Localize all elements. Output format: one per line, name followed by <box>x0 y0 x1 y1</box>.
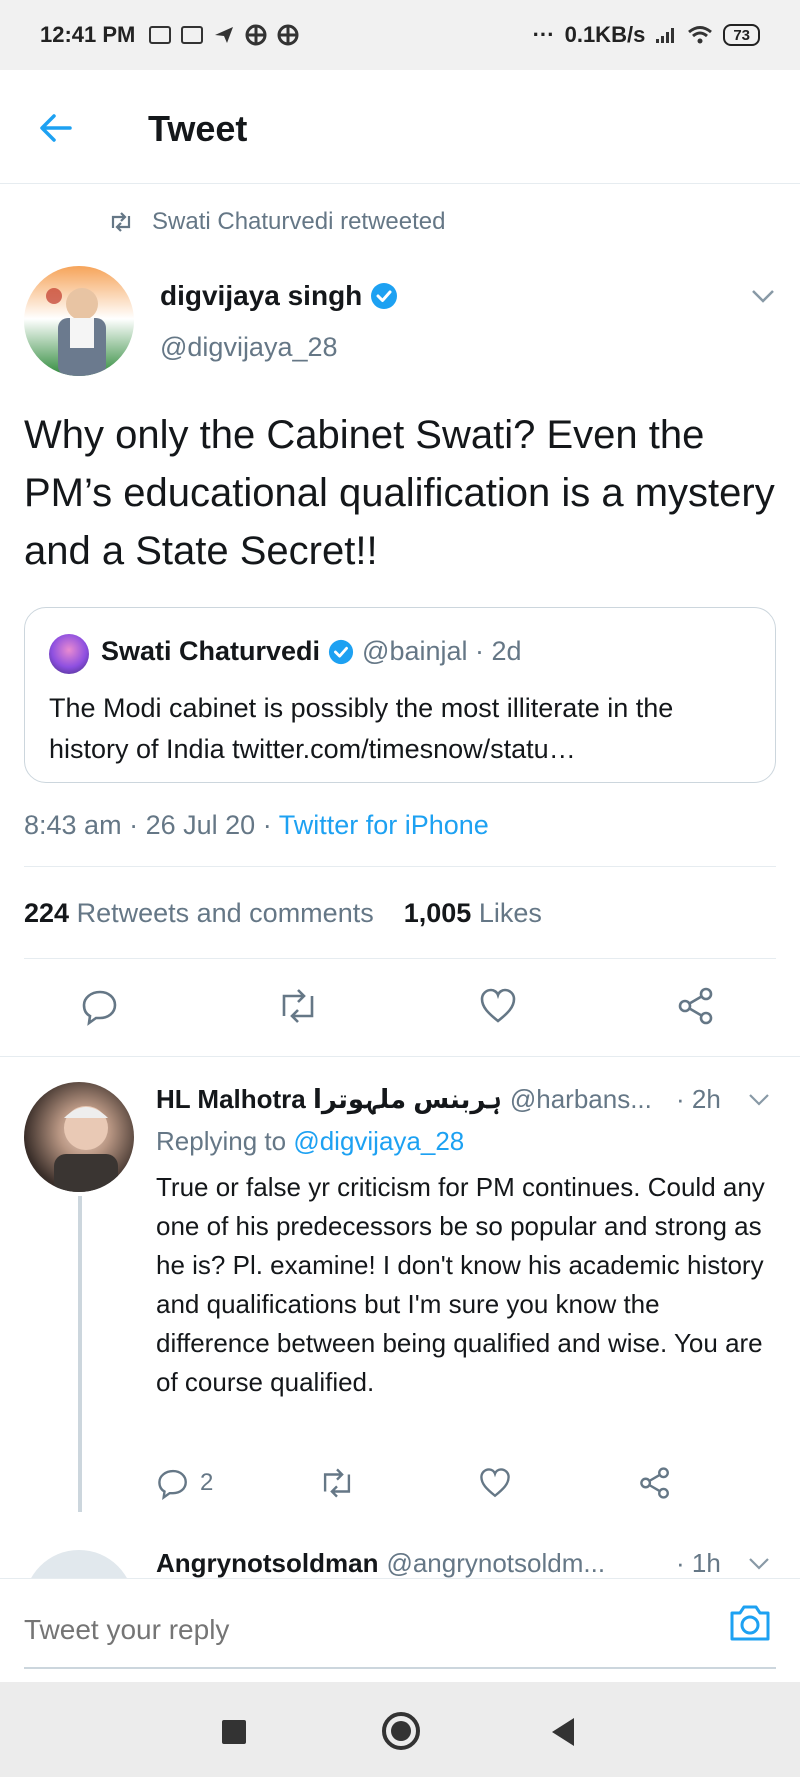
share-icon <box>678 987 713 1025</box>
quoted-tweet-card[interactable]: Swati Chaturvedi @bainjal · 2d The Modi … <box>24 607 776 783</box>
arrow-left-icon[interactable] <box>36 108 76 148</box>
reply-time: · 2h <box>676 1084 721 1114</box>
camera-icon[interactable] <box>726 1601 774 1645</box>
verified-badge-icon <box>328 639 354 664</box>
tweet-text: Why only the Cabinet Swati? Even the PM’… <box>24 413 775 573</box>
reply-author-avatar[interactable] <box>24 1082 134 1192</box>
next-reply-time: · 1h <box>676 1548 721 1578</box>
divider <box>24 958 776 959</box>
divider <box>24 866 776 867</box>
status-right: ··· 0.1KB/s 73 <box>533 22 760 48</box>
meta-separator: · <box>129 810 139 840</box>
quote-text: The Modi cabinet is possibly the most il… <box>49 693 674 764</box>
reply-author-handle[interactable]: @harbans... <box>510 1084 652 1115</box>
heart-icon <box>480 988 516 1023</box>
next-reply-header: Angrynotsoldman @angrynotsoldm... <box>156 1548 605 1579</box>
grid-icon <box>245 24 267 46</box>
comment-icon <box>82 990 117 1026</box>
like-button[interactable] <box>478 986 518 1026</box>
battery-indicator: 73 <box>723 24 760 46</box>
tweet-time: 8:43 am <box>24 810 122 840</box>
reply-input-underline <box>24 1667 776 1669</box>
divider <box>0 1056 800 1057</box>
send-icon <box>215 27 234 43</box>
comment-icon <box>158 1469 187 1500</box>
quote-meta: @bainjal · 2d <box>362 636 522 666</box>
next-reply-author-name[interactable]: Angrynotsoldman <box>156 1548 378 1579</box>
likes-label: Likes <box>478 898 542 928</box>
home-button[interactable] <box>382 1712 420 1750</box>
tweet-source-link[interactable]: Twitter for iPhone <box>279 810 489 840</box>
notification-icons <box>149 24 299 46</box>
retweet-context: Swati Chaturvedi retweeted <box>108 208 445 236</box>
retweet-icon <box>111 212 131 232</box>
likes-count: 1,005 <box>403 898 472 928</box>
recents-button[interactable] <box>222 1720 246 1744</box>
status-bar: 12:41 PM ··· 0.1KB/s 73 <box>0 0 800 70</box>
retweet-icon <box>282 989 314 1023</box>
person-photo <box>54 1106 118 1192</box>
reply-like-button[interactable] <box>478 1466 512 1500</box>
retweets-count: 224 <box>24 898 70 928</box>
signal-icon <box>656 28 675 43</box>
tweet-timestamp-line: 8:43 am · 26 Jul 20 · Twitter for iPhone <box>24 810 489 841</box>
message-icon <box>181 26 204 44</box>
reply-retweet-button[interactable] <box>318 1466 356 1500</box>
system-nav-bar <box>0 1682 800 1777</box>
person-photo <box>46 288 106 376</box>
meta-separator: · <box>262 810 272 840</box>
quote-header: Swati Chaturvedi @bainjal · 2d <box>101 636 522 667</box>
retweet-icon <box>323 1468 351 1498</box>
tweet-date: 26 Jul 20 <box>145 810 256 840</box>
engagement-counts: 224 Retweets and comments 1,005 Likes <box>24 898 542 929</box>
reply-comment-count: 2 <box>200 1469 214 1496</box>
app-header: Tweet <box>0 70 800 184</box>
network-speed: 0.1KB/s <box>564 22 646 47</box>
retweet-button[interactable] <box>276 986 320 1026</box>
page-title: Tweet <box>148 108 248 149</box>
share-button[interactable] <box>676 986 716 1026</box>
reply-author-name[interactable]: HL Malhotra ہربنس ملہوترا <box>156 1084 502 1115</box>
reply-button[interactable] <box>80 986 120 1026</box>
chevron-down-icon[interactable] <box>750 286 776 306</box>
reply-composer <box>0 1578 800 1682</box>
retweet-context-label: Swati Chaturvedi retweeted <box>152 208 446 235</box>
quote-author-avatar <box>49 634 89 674</box>
reply-comment-button[interactable]: 2 <box>156 1466 213 1500</box>
author-avatar[interactable] <box>24 266 134 376</box>
likes-count-link[interactable]: 1,005 Likes <box>404 898 542 928</box>
message-icon <box>149 26 172 44</box>
replying-to-prefix: Replying to <box>156 1126 287 1156</box>
replying-to: Replying to @digvijaya_28 <box>156 1126 464 1157</box>
status-time: 12:41 PM <box>40 22 136 47</box>
heart-icon <box>480 1468 510 1498</box>
author-name[interactable]: digvijaya singh <box>160 280 362 312</box>
reply-header: HL Malhotra ہربنس ملہوترا @harbans... <box>156 1084 652 1115</box>
quote-author-name: Swati Chaturvedi <box>101 636 321 666</box>
author-handle[interactable]: @digvijaya_28 <box>160 332 338 363</box>
author-name-row[interactable]: digvijaya singh <box>160 280 398 312</box>
more-dots: ··· <box>532 22 555 47</box>
thread-line <box>78 1196 82 1512</box>
wifi-icon <box>688 26 713 44</box>
reply-text: True or false yr criticism for PM contin… <box>156 1172 765 1397</box>
next-reply-author-handle[interactable]: @angrynotsoldm... <box>386 1548 605 1579</box>
retweets-label: Retweets and comments <box>76 898 374 928</box>
retweets-count-link[interactable]: 224 Retweets and comments <box>24 898 374 928</box>
reply-share-button[interactable] <box>638 1466 672 1500</box>
grid-icon <box>277 24 299 46</box>
reply-input[interactable] <box>24 1603 704 1657</box>
verified-badge-icon <box>371 283 398 309</box>
chevron-down-icon[interactable] <box>748 1556 770 1572</box>
share-icon <box>640 1467 669 1499</box>
replying-to-mention[interactable]: @digvijaya_28 <box>293 1126 464 1156</box>
back-button[interactable] <box>552 1718 574 1746</box>
chevron-down-icon[interactable] <box>748 1092 770 1108</box>
